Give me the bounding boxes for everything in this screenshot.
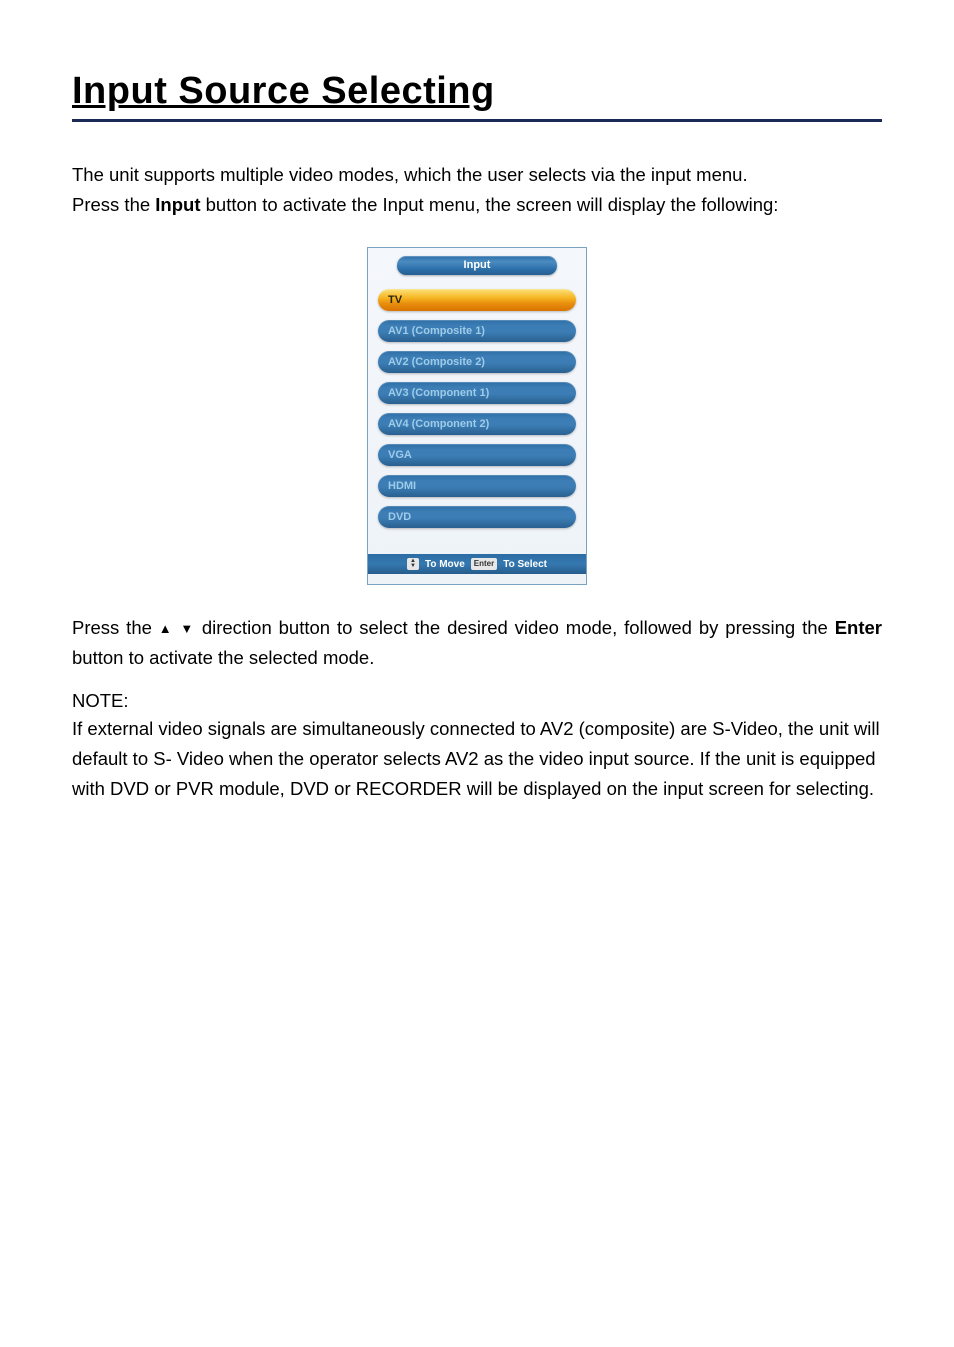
p3-post: button to activate the selected mode. (72, 647, 374, 668)
osd-item-vga[interactable]: VGA (378, 444, 576, 466)
osd-item-hdmi[interactable]: HDMI (378, 475, 576, 497)
enter-keycap: Enter (471, 558, 497, 570)
osd-item-av4[interactable]: AV4 (Component 2) (378, 413, 576, 435)
p3-bold: Enter (835, 617, 882, 638)
footer-move-label: To Move (425, 559, 465, 570)
osd-menu-container: Input TV AV1 (Composite 1) AV2 (Composit… (367, 247, 587, 585)
intro2-post: button to activate the Input menu, the s… (201, 194, 779, 215)
osd-item-dvd[interactable]: DVD (378, 506, 576, 528)
arrow-down-icon: ▼ (410, 564, 416, 569)
note-heading: NOTE: (72, 690, 882, 712)
intro-line-1: The unit supports multiple video modes, … (72, 160, 882, 190)
osd-title: Input (397, 256, 557, 275)
arrow-up-icon: ▲ (159, 621, 174, 636)
intro2-bold: Input (155, 194, 200, 215)
osd-item-tv[interactable]: TV (378, 289, 576, 311)
osd-menu: Input TV AV1 (Composite 1) AV2 (Composit… (367, 247, 587, 585)
p3-mid: direction button to select the desired v… (195, 617, 835, 638)
arrow-down-icon: ▼ (180, 621, 195, 636)
p3-pre: Press the (72, 617, 159, 638)
intro2-pre: Press the (72, 194, 155, 215)
osd-item-av2[interactable]: AV2 (Composite 2) (378, 351, 576, 373)
note-body: If external video signals are simultaneo… (72, 714, 882, 803)
osd-item-av1[interactable]: AV1 (Composite 1) (378, 320, 576, 342)
osd-list: TV AV1 (Composite 1) AV2 (Composite 2) A… (368, 289, 586, 528)
instruction-line: Press the ▲ ▼ direction button to select… (72, 613, 882, 672)
osd-footer: ▲ ▼ To Move Enter To Select (368, 554, 586, 574)
page-title: Input Source Selecting (72, 70, 882, 122)
footer-select-label: To Select (503, 559, 547, 570)
osd-item-av3[interactable]: AV3 (Component 1) (378, 382, 576, 404)
arrow-updown-icon: ▲ ▼ (407, 558, 419, 570)
intro-line-2: Press the Input button to activate the I… (72, 190, 882, 220)
